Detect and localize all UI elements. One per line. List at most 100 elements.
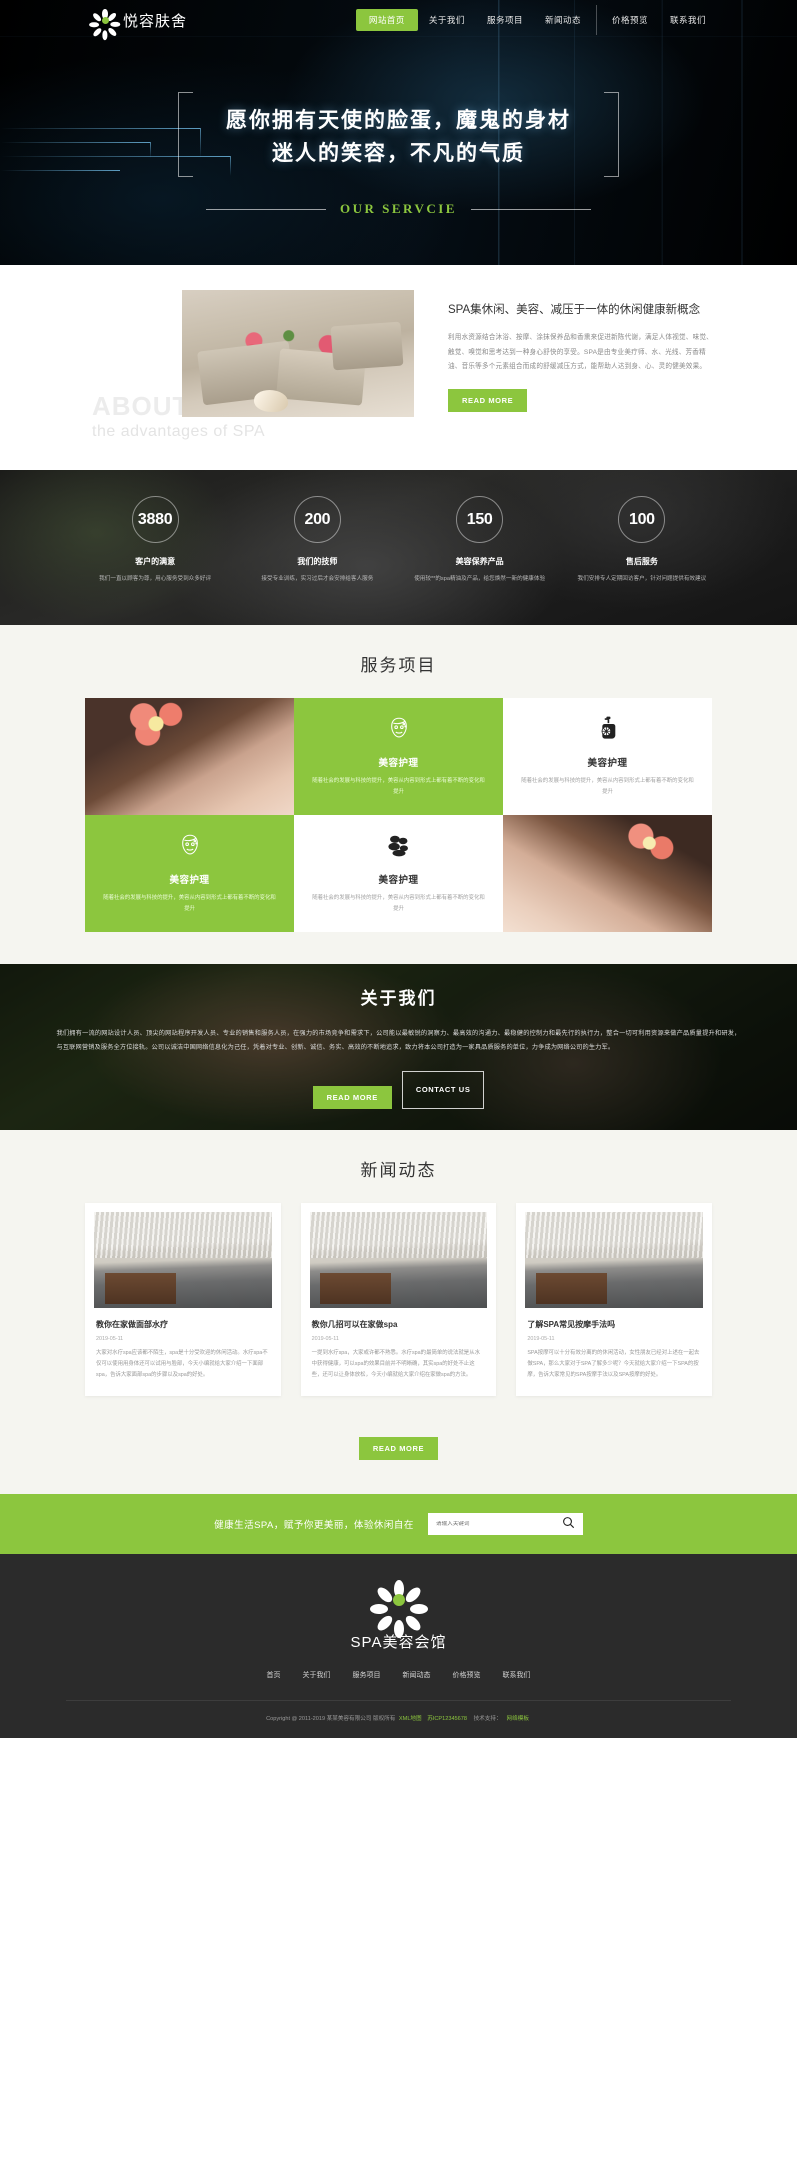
hero-subtitle: OUR SERVCIE bbox=[0, 201, 797, 217]
search-banner: 健康生活SPA，赋予你更美丽，体验休闲自在 bbox=[0, 1494, 797, 1555]
spa-towels-flowers-photo bbox=[182, 290, 414, 417]
stat-label: 我们的技师 bbox=[297, 557, 338, 566]
about-section: ABOUT the advantages of SPA SPA集休闲、美容、减压… bbox=[0, 265, 797, 470]
news-card-title: 了解SPA常见按摩手法吗 bbox=[527, 1320, 616, 1329]
about-us-content: 关于我们 我们拥有一流的网站设计人员、顶尖的网站程序开发人员、专业的销售和服务人… bbox=[0, 964, 797, 1109]
news-section: 新闻动态 教你在家做面部水疗 2019-05-11 大家对水疗spa应该都不陌生… bbox=[0, 1130, 797, 1495]
brand[interactable]: 悦容肤舍 bbox=[89, 9, 188, 41]
stat-desc: 接受专业训练，实习过后才会安排给客人服务 bbox=[261, 576, 374, 582]
service-card-title: 美容护理 bbox=[587, 758, 628, 770]
news-card[interactable]: 教你在家做面部水疗 2019-05-11 大家对水疗spa应该都不陌生，spa是… bbox=[85, 1203, 281, 1397]
news-card[interactable]: 了解SPA常见按摩手法吗 2019-05-11 SPA按摩可以十分有效分离的的休… bbox=[516, 1203, 712, 1397]
services-grid: 美容护理 随着社会的发展与科技的提升，美容从内容到形式上都有着不断的变化和提升 bbox=[85, 698, 712, 932]
service-card[interactable]: 美容护理 随着社会的发展与科技的提升，美容从内容到形式上都有着不断的变化和提升 bbox=[294, 698, 503, 815]
stat-value: 100 bbox=[628, 510, 655, 528]
hero-section: 悦容肤舍 网站首页 关于我们 服务项目 新闻动态 价格预览 联系我们 愿你拥有天… bbox=[0, 0, 797, 265]
stat-item: 100 售后服务 我们安排专人定期回访客户，针对问题提供有效建议 bbox=[561, 496, 723, 584]
service-photo-tile bbox=[503, 815, 712, 932]
stat-circle: 100 bbox=[618, 496, 666, 543]
stat-value: 150 bbox=[466, 510, 493, 528]
service-card-desc: 随着社会的发展与科技的提升，美容从内容到形式上都有着不断的变化和提升 bbox=[312, 895, 485, 912]
nav-item-news[interactable]: 新闻动态 bbox=[534, 9, 592, 31]
search-input[interactable] bbox=[435, 1521, 562, 1528]
footer-nav-services[interactable]: 服务项目 bbox=[353, 1670, 381, 1680]
nav-item-home[interactable]: 网站首页 bbox=[355, 9, 418, 31]
stat-value: 200 bbox=[304, 510, 331, 528]
copyright-text: Copyright @ 2011-2019 某某美容有限公司 版权所有 bbox=[266, 1716, 396, 1723]
news-thumbnail bbox=[525, 1212, 703, 1308]
news-card[interactable]: 教你几招可以在家做spa 2019-05-11 一提到水疗spa，大家或许都不熟… bbox=[300, 1203, 497, 1397]
xml-sitemap-link[interactable]: XML地图 bbox=[399, 1716, 422, 1722]
about-text-block: SPA集休闲、美容、减压于一体的休闲健康新概念 利用水资源结合沐浴、按摩、涂抹保… bbox=[448, 301, 716, 412]
about-title: SPA集休闲、美容、减压于一体的休闲健康新概念 bbox=[448, 304, 701, 316]
about-us-read-more-button[interactable]: READ MORE bbox=[312, 1085, 392, 1109]
footer-nav-news[interactable]: 新闻动态 bbox=[403, 1670, 431, 1680]
nav-item-contact[interactable]: 联系我们 bbox=[659, 9, 717, 31]
hero-headline-2: 迷人的笑容，不凡的气质 bbox=[272, 140, 525, 165]
hero-frame: 愿你拥有天使的脸蛋，魔鬼的身材 迷人的笑容，不凡的气质 bbox=[178, 92, 619, 178]
support-label: 技术支持： bbox=[473, 1716, 502, 1723]
facial-mask-icon bbox=[386, 715, 412, 746]
nav-divider bbox=[595, 5, 597, 35]
stat-circle: 200 bbox=[293, 496, 341, 543]
hero-subtitle-text: OUR SERVCIE bbox=[340, 201, 457, 217]
nav-item-pricing[interactable]: 价格预览 bbox=[601, 9, 659, 31]
news-card-date: 2019-05-11 bbox=[527, 1336, 555, 1342]
stat-value: 3880 bbox=[137, 510, 173, 528]
news-thumbnail bbox=[94, 1212, 272, 1308]
stat-desc: 使用较**的spa精油及产品，给您焕然一新的健康体验 bbox=[414, 576, 546, 582]
stat-item: 3880 客户的满意 我们一直以顾客为尊，用心服务受到众多好评 bbox=[74, 496, 236, 584]
landing-page: 悦容肤舍 网站首页 关于我们 服务项目 新闻动态 价格预览 联系我们 愿你拥有天… bbox=[0, 0, 797, 1739]
footer-nav-contact[interactable]: 联系我们 bbox=[503, 1670, 531, 1680]
about-watermark-small: the advantages of SPA bbox=[92, 423, 265, 440]
nav-item-services[interactable]: 服务项目 bbox=[476, 9, 534, 31]
news-card-title: 教你在家做面部水疗 bbox=[96, 1320, 168, 1329]
news-card-date: 2019-05-11 bbox=[311, 1336, 339, 1342]
about-body: 利用水资源结合沐浴、按摩、涂抹保养品和香熏来促进新陈代谢，满足人体视觉、味觉、触… bbox=[448, 334, 713, 370]
flower-icon bbox=[89, 9, 121, 41]
service-card[interactable]: 美容护理 随着社会的发展与科技的提升，美容从内容到形式上都有着不断的变化和提升 bbox=[503, 698, 712, 815]
lotion-pump-icon bbox=[595, 715, 621, 746]
about-us-title: 关于我们 bbox=[360, 989, 437, 1008]
news-card-date: 2019-05-11 bbox=[96, 1336, 124, 1342]
service-photo-tile bbox=[85, 698, 294, 815]
search-slogan: 健康生活SPA，赋予你更美丽，体验休闲自在 bbox=[214, 1520, 414, 1532]
footer-nav-home[interactable]: 首页 bbox=[267, 1670, 281, 1680]
massage-stones-icon bbox=[386, 832, 412, 863]
about-read-more-button[interactable]: READ MORE bbox=[448, 388, 528, 412]
service-card-desc: 随着社会的发展与科技的提升，美容从内容到形式上都有着不断的变化和提升 bbox=[521, 778, 694, 795]
news-read-more-button[interactable]: READ MORE bbox=[358, 1437, 439, 1461]
news-thumbnail bbox=[309, 1212, 488, 1308]
service-card[interactable]: 美容护理 随着社会的发展与科技的提升，美容从内容到形式上都有着不断的变化和提升 bbox=[85, 815, 294, 932]
services-title: 服务项目 bbox=[360, 656, 437, 675]
news-card-desc: 大家对水疗spa应该都不陌生，spa是十分受欢迎的休闲活动。水疗spa不仅可以使… bbox=[96, 1350, 268, 1378]
news-grid: 教你在家做面部水疗 2019-05-11 大家对水疗spa应该都不陌生，spa是… bbox=[85, 1203, 712, 1397]
icp-link[interactable]: 苏ICP12345678 bbox=[427, 1716, 467, 1722]
news-more-wrap: READ MORE bbox=[0, 1422, 797, 1461]
hero-content: 愿你拥有天使的脸蛋，魔鬼的身材 迷人的笑容，不凡的气质 OUR SERVCIE bbox=[0, 40, 797, 217]
footer: SPA美容会馆 首页 关于我们 服务项目 新闻动态 价格预览 联系我们 Copy… bbox=[0, 1554, 797, 1739]
stat-desc: 我们一直以顾客为尊，用心服务受到众多好评 bbox=[99, 576, 212, 582]
search-button[interactable] bbox=[562, 1516, 575, 1532]
stat-circle: 150 bbox=[456, 496, 504, 543]
service-card[interactable]: 美容护理 随着社会的发展与科技的提升，美容从内容到形式上都有着不断的变化和提升 bbox=[294, 815, 503, 932]
facial-mask-icon bbox=[177, 832, 203, 863]
search-box[interactable] bbox=[427, 1513, 583, 1536]
brand-name: 悦容肤舍 bbox=[123, 12, 188, 30]
support-link[interactable]: 网络模板 bbox=[507, 1716, 529, 1722]
hero-headline-1: 愿你拥有天使的脸蛋，魔鬼的身材 bbox=[226, 108, 571, 132]
stat-label: 售后服务 bbox=[625, 557, 658, 566]
stat-circle: 3880 bbox=[131, 496, 179, 543]
stat-item: 200 我们的技师 接受专业训练，实习过后才会安排给客人服务 bbox=[236, 496, 398, 584]
about-us-section: 关于我们 我们拥有一流的网站设计人员、顶尖的网站程序开发人员、专业的销售和服务人… bbox=[0, 964, 797, 1130]
nav-item-about[interactable]: 关于我们 bbox=[418, 9, 476, 31]
stats-section: 3880 客户的满意 我们一直以顾客为尊，用心服务受到众多好评 200 我们的技… bbox=[0, 470, 797, 625]
footer-nav-about[interactable]: 关于我们 bbox=[303, 1670, 331, 1680]
stat-desc: 我们安排专人定期回访客户，针对问题提供有效建议 bbox=[577, 576, 707, 582]
news-card-desc: SPA按摩可以十分有效分离的的休闲活动，女性朋友已经对上述在一起去做SPA，那么… bbox=[527, 1350, 700, 1378]
main-nav: 网站首页 关于我们 服务项目 新闻动态 价格预览 联系我们 bbox=[355, 5, 717, 35]
footer-nav-pricing[interactable]: 价格预览 bbox=[453, 1670, 481, 1680]
service-card-desc: 随着社会的发展与科技的提升，美容从内容到形式上都有着不断的变化和提升 bbox=[312, 778, 485, 795]
about-us-body: 我们拥有一流的网站设计人员、顶尖的网站程序开发人员、专业的销售和服务人员，在强力… bbox=[56, 1030, 741, 1051]
about-us-contact-button[interactable]: CONTACT US bbox=[401, 1070, 485, 1109]
